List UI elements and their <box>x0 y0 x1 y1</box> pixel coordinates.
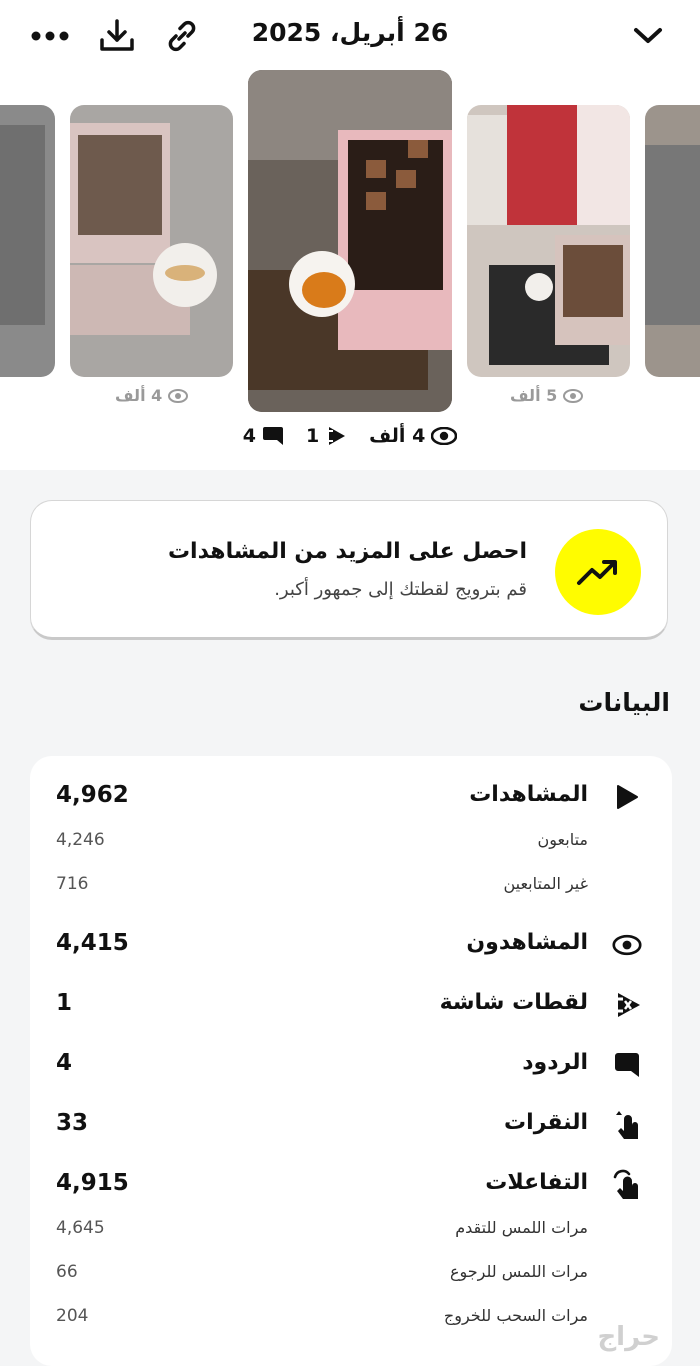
snap-thumbnail[interactable] <box>0 105 55 377</box>
promo-title: احصل على المزيد من المشاهدات <box>167 539 527 564</box>
insight-label: التفاعلات <box>485 1170 588 1195</box>
insight-label: مرات اللمس للرجوع <box>449 1262 588 1281</box>
reply-icon <box>612 1050 642 1080</box>
insights-card: المشاهدات 4,962 متابعون 4,246 غير المتاب… <box>30 756 672 1366</box>
header: 26 أبريل، 2025 <box>0 0 700 70</box>
thumbnail-stats: 5 ألف <box>510 386 584 405</box>
insight-label: مرات اللمس للتقدم <box>455 1218 588 1237</box>
insight-value: 1 <box>56 990 73 1016</box>
insight-value: 716 <box>56 874 89 894</box>
play-icon <box>612 782 642 812</box>
reply-icon <box>262 427 283 445</box>
insight-value: 4 <box>56 1050 73 1076</box>
eye-icon <box>612 930 642 960</box>
snap-thumbnail[interactable] <box>467 105 630 377</box>
insight-value: 4,645 <box>56 1218 105 1238</box>
snap-thumbnail[interactable] <box>70 105 233 377</box>
thumbnail-views: 4 ألف <box>115 386 163 405</box>
insight-label: لقطات شاشة <box>439 990 588 1015</box>
replies-value: 4 <box>242 425 256 447</box>
insight-value: 4,915 <box>56 1170 129 1196</box>
insight-value: 204 <box>56 1306 89 1326</box>
tap-icon <box>612 1110 642 1140</box>
eye-icon <box>563 388 584 403</box>
eye-icon <box>168 388 189 403</box>
link-icon[interactable] <box>160 14 204 58</box>
promote-card[interactable]: احصل على المزيد من المشاهدات قم بترويج ل… <box>30 500 668 640</box>
thumbnail-views: 5 ألف <box>510 386 558 405</box>
thumbnail-stats: 4 ألف <box>115 386 189 405</box>
watermark: حراج <box>597 1322 660 1352</box>
screenshot-icon <box>326 427 346 445</box>
insight-label: المشاهدون <box>466 930 588 955</box>
screenshots-stat: 1 <box>306 425 347 447</box>
eye-icon <box>431 427 458 445</box>
trending-up-icon <box>555 529 641 615</box>
current-snap-stats: 4 ألف 1 4 <box>0 425 700 447</box>
insights-title: البيانات <box>578 688 670 717</box>
insight-label: المشاهدات <box>469 782 588 807</box>
insight-label: الردود <box>522 1050 588 1075</box>
more-icon[interactable] <box>28 14 72 58</box>
views-value: 4 ألف <box>369 425 426 447</box>
insight-value: 33 <box>56 1110 89 1136</box>
top-panel: 26 أبريل، 2025 4 ألف 5 ألف 4 ألف 1 4 <box>0 0 700 470</box>
views-stat: 4 ألف <box>369 425 458 447</box>
screenshot-icon <box>612 990 642 1020</box>
snap-thumbnail[interactable] <box>645 105 700 377</box>
swipe-icon <box>612 1169 642 1200</box>
insight-value: 4,962 <box>56 782 129 808</box>
insight-value: 4,415 <box>56 930 129 956</box>
insight-label: مرات السحب للخروج <box>443 1306 588 1325</box>
screenshots-value: 1 <box>305 425 320 447</box>
replies-stat: 4 <box>243 425 284 447</box>
insight-label: النقرات <box>504 1110 588 1135</box>
insight-value: 66 <box>56 1262 78 1282</box>
download-icon[interactable] <box>95 14 139 58</box>
insight-value: 4,246 <box>56 830 105 850</box>
insight-label: متابعون <box>537 830 588 849</box>
current-snap-thumbnail[interactable] <box>248 70 452 412</box>
promo-subtitle: قم بترويج لقطتك إلى جمهور أكبر. <box>274 579 527 600</box>
insight-label: غير المتابعين <box>503 874 588 893</box>
